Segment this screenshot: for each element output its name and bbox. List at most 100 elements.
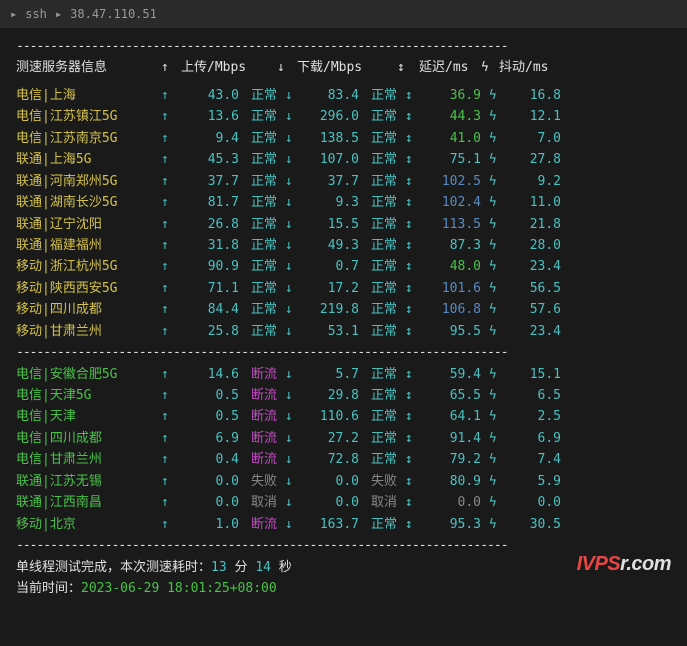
arrow-updown-icon: ↕ [397,149,419,170]
bolt-icon: ϟ [481,278,499,299]
cell-latency: 79.2 [419,449,481,470]
cell-jitter: 23.4 [499,321,561,342]
cell-download-status: 正常 [359,214,397,235]
arrow-down-icon: ↓ [277,299,297,320]
cell-latency: 113.5 [419,214,481,235]
table-row: 电信|安徽合肥5G↑14.6断流 ↓5.7正常 ↕59.4 ϟ15.1 [16,364,671,385]
arrow-updown-icon: ↕ [397,128,419,149]
cell-server: 联通|河南郑州5G [16,171,161,192]
cell-download-status: 正常 [359,385,397,406]
cell-server: 电信|天津 [16,406,161,427]
arrow-down-icon: ↓ [277,278,297,299]
cell-upload-status: 正常 [239,321,277,342]
divider: ----------------------------------------… [16,36,671,57]
table-row: 电信|江苏南京5G↑9.4正常 ↓138.5正常 ↕41.0 ϟ7.0 [16,128,671,149]
arrow-up-icon: ↑ [161,406,181,427]
cell-download-status: 正常 [359,406,397,427]
cell-jitter: 57.6 [499,299,561,320]
arrow-updown-icon: ↕ [397,214,419,235]
cell-server: 电信|四川成都 [16,428,161,449]
cell-jitter: 6.9 [499,428,561,449]
bolt-icon: ϟ [481,428,499,449]
bolt-icon: ϟ [481,406,499,427]
table-row: 移动|浙江杭州5G↑90.9正常 ↓0.7正常 ↕48.0 ϟ23.4 [16,256,671,277]
arrow-down-icon: ↓ [277,471,297,492]
cell-server: 联通|福建福州 [16,235,161,256]
cell-jitter: 0.0 [499,492,561,513]
arrow-up-icon: ↑ [161,428,181,449]
arrow-updown-icon: ↕ [397,492,419,513]
arrow-up-icon: ↑ [161,321,181,342]
arrow-up-icon: ↑ [161,235,181,256]
cell-jitter: 16.8 [499,85,561,106]
cell-jitter: 30.5 [499,514,561,535]
arrow-up-icon: ↑ [161,385,181,406]
arrow-updown-icon: ↕ [397,278,419,299]
arrow-down-icon: ↓ [277,128,297,149]
arrow-updown-icon: ↕ [397,235,419,256]
arrow-up-icon: ↑ [161,57,181,78]
cell-server: 电信|上海 [16,85,161,106]
bolt-icon: ϟ [481,171,499,192]
cell-latency: 102.4 [419,192,481,213]
arrow-up-icon: ↑ [161,106,181,127]
cell-download-status: 正常 [359,85,397,106]
cell-download: 29.8 [297,385,359,406]
cell-latency: 59.4 [419,364,481,385]
arrow-down-icon: ↓ [277,406,297,427]
cell-upload-status: 正常 [239,106,277,127]
cell-latency: 75.1 [419,149,481,170]
arrow-down-icon: ↓ [277,256,297,277]
arrow-updown-icon: ↕ [397,192,419,213]
cell-jitter: 23.4 [499,256,561,277]
footer-line-1: 单线程测试完成，本次测速耗时： 13 分 14 秒 [16,557,671,578]
arrow-down-icon: ↓ [277,106,297,127]
bolt-icon: ϟ [481,106,499,127]
cell-upload: 14.6 [181,364,239,385]
cell-jitter: 11.0 [499,192,561,213]
arrow-down-icon: ↓ [277,385,297,406]
cell-upload-status: 失败 [239,471,277,492]
arrow-down-icon: ↓ [277,321,297,342]
arrow-updown-icon: ↕ [397,514,419,535]
divider: ----------------------------------------… [16,342,671,363]
table-body-issues: 电信|安徽合肥5G↑14.6断流 ↓5.7正常 ↕59.4 ϟ15.1 电信|天津… [16,364,671,536]
cell-download-status: 正常 [359,256,397,277]
arrow-up-icon: ↑ [161,364,181,385]
cell-server: 移动|北京 [16,514,161,535]
table-row: 电信|甘肃兰州↑0.4断流 ↓72.8正常 ↕79.2 ϟ7.4 [16,449,671,470]
cell-latency: 41.0 [419,128,481,149]
arrow-down-icon: ↓ [277,235,297,256]
arrow-down-icon: ↓ [277,428,297,449]
cell-download-status: 失败 [359,471,397,492]
cell-upload: 9.4 [181,128,239,149]
cell-download: 83.4 [297,85,359,106]
arrow-updown-icon: ↕ [397,428,419,449]
arrow-down-icon: ↓ [277,449,297,470]
table-row: 联通|江苏无锡↑0.0失败 ↓0.0失败 ↕80.9 ϟ5.9 [16,471,671,492]
arrow-updown-icon: ↕ [397,321,419,342]
cell-download: 163.7 [297,514,359,535]
cell-download: 138.5 [297,128,359,149]
table-row: 联通|河南郑州5G↑37.7正常 ↓37.7正常 ↕102.5 ϟ9.2 [16,171,671,192]
cell-jitter: 12.1 [499,106,561,127]
cell-server: 移动|浙江杭州5G [16,256,161,277]
arrow-down-icon: ↓ [277,149,297,170]
cell-server: 联通|江西南昌 [16,492,161,513]
table-row: 联通|湖南长沙5G↑81.7正常 ↓9.3正常 ↕102.4 ϟ11.0 [16,192,671,213]
arrow-updown-icon: ↕ [397,385,419,406]
cell-jitter: 21.8 [499,214,561,235]
cell-latency: 64.1 [419,406,481,427]
cell-jitter: 7.0 [499,128,561,149]
table-row: 电信|江苏镇江5G↑13.6正常 ↓296.0正常 ↕44.3 ϟ12.1 [16,106,671,127]
arrow-up-icon: ↑ [161,256,181,277]
cell-upload: 1.0 [181,514,239,535]
hdr-jitter: 抖动/ms [499,57,561,78]
cell-upload: 0.5 [181,385,239,406]
cell-latency: 87.3 [419,235,481,256]
prompt-icon: ▸ [10,7,17,21]
bolt-icon: ϟ [481,385,499,406]
cell-jitter: 5.9 [499,471,561,492]
cell-upload-status: 正常 [239,192,277,213]
cell-upload-status: 断流 [239,364,277,385]
